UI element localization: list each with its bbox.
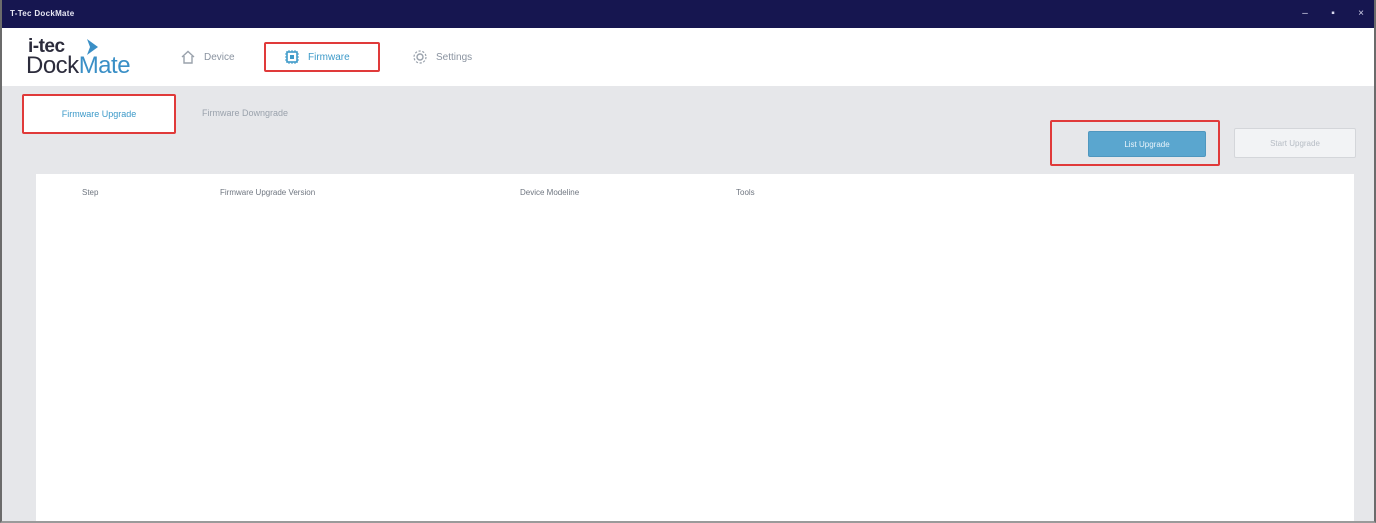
nav-settings[interactable]: Settings [412, 42, 472, 72]
logo-product-dock: Dock [26, 52, 79, 79]
window-title: T-Tec DockMate [10, 9, 75, 18]
nav-device-label: Device [204, 51, 235, 63]
dockmate-logo: i-tec DockMate [24, 36, 164, 82]
app-header: i-tec DockMate Device Firmware Settings [2, 28, 1374, 86]
column-header-modeline: Device Modeline [520, 188, 580, 197]
logo-product-mate: Mate [78, 52, 131, 79]
app-window: T-Tec DockMate – ▪ × i-tec DockMate Devi… [0, 0, 1376, 523]
nav-device[interactable]: Device [180, 42, 235, 72]
logo-product: DockMate [26, 52, 131, 80]
primary-action-highlight: List Upgrade [1050, 120, 1220, 166]
list-upgrade-button-label: List Upgrade [1124, 139, 1170, 149]
minimize-button[interactable]: – [1294, 6, 1316, 22]
main-content: Firmware Upgrade Firmware Downgrade List… [2, 86, 1374, 521]
close-button[interactable]: × [1350, 6, 1372, 22]
start-upgrade-button-label: Start Upgrade [1270, 138, 1320, 148]
tab-firmware-downgrade[interactable]: Firmware Downgrade [202, 94, 332, 132]
gear-icon [413, 50, 427, 64]
nav-settings-label: Settings [436, 51, 473, 63]
nav-firmware[interactable]: Firmware [264, 42, 380, 72]
column-header-tools: Tools [736, 188, 755, 197]
tab-firmware-downgrade-label: Firmware Downgrade [202, 108, 289, 118]
nav-firmware-label: Firmware [308, 51, 350, 63]
column-header-version: Firmware Upgrade Version [220, 188, 316, 197]
list-upgrade-button[interactable]: List Upgrade [1088, 131, 1206, 157]
start-upgrade-button[interactable]: Start Upgrade [1234, 128, 1356, 158]
tab-firmware-upgrade[interactable]: Firmware Upgrade [22, 94, 176, 134]
maximize-button[interactable]: ▪ [1322, 6, 1344, 22]
title-bar: T-Tec DockMate – ▪ × [2, 0, 1374, 28]
chip-icon [285, 50, 299, 64]
column-header-step: Step [82, 188, 99, 197]
home-icon [181, 50, 195, 64]
firmware-table: Step Firmware Upgrade Version Device Mod… [36, 174, 1354, 521]
table-header: Step Firmware Upgrade Version Device Mod… [36, 174, 1354, 216]
tab-firmware-upgrade-label: Firmware Upgrade [61, 109, 137, 119]
